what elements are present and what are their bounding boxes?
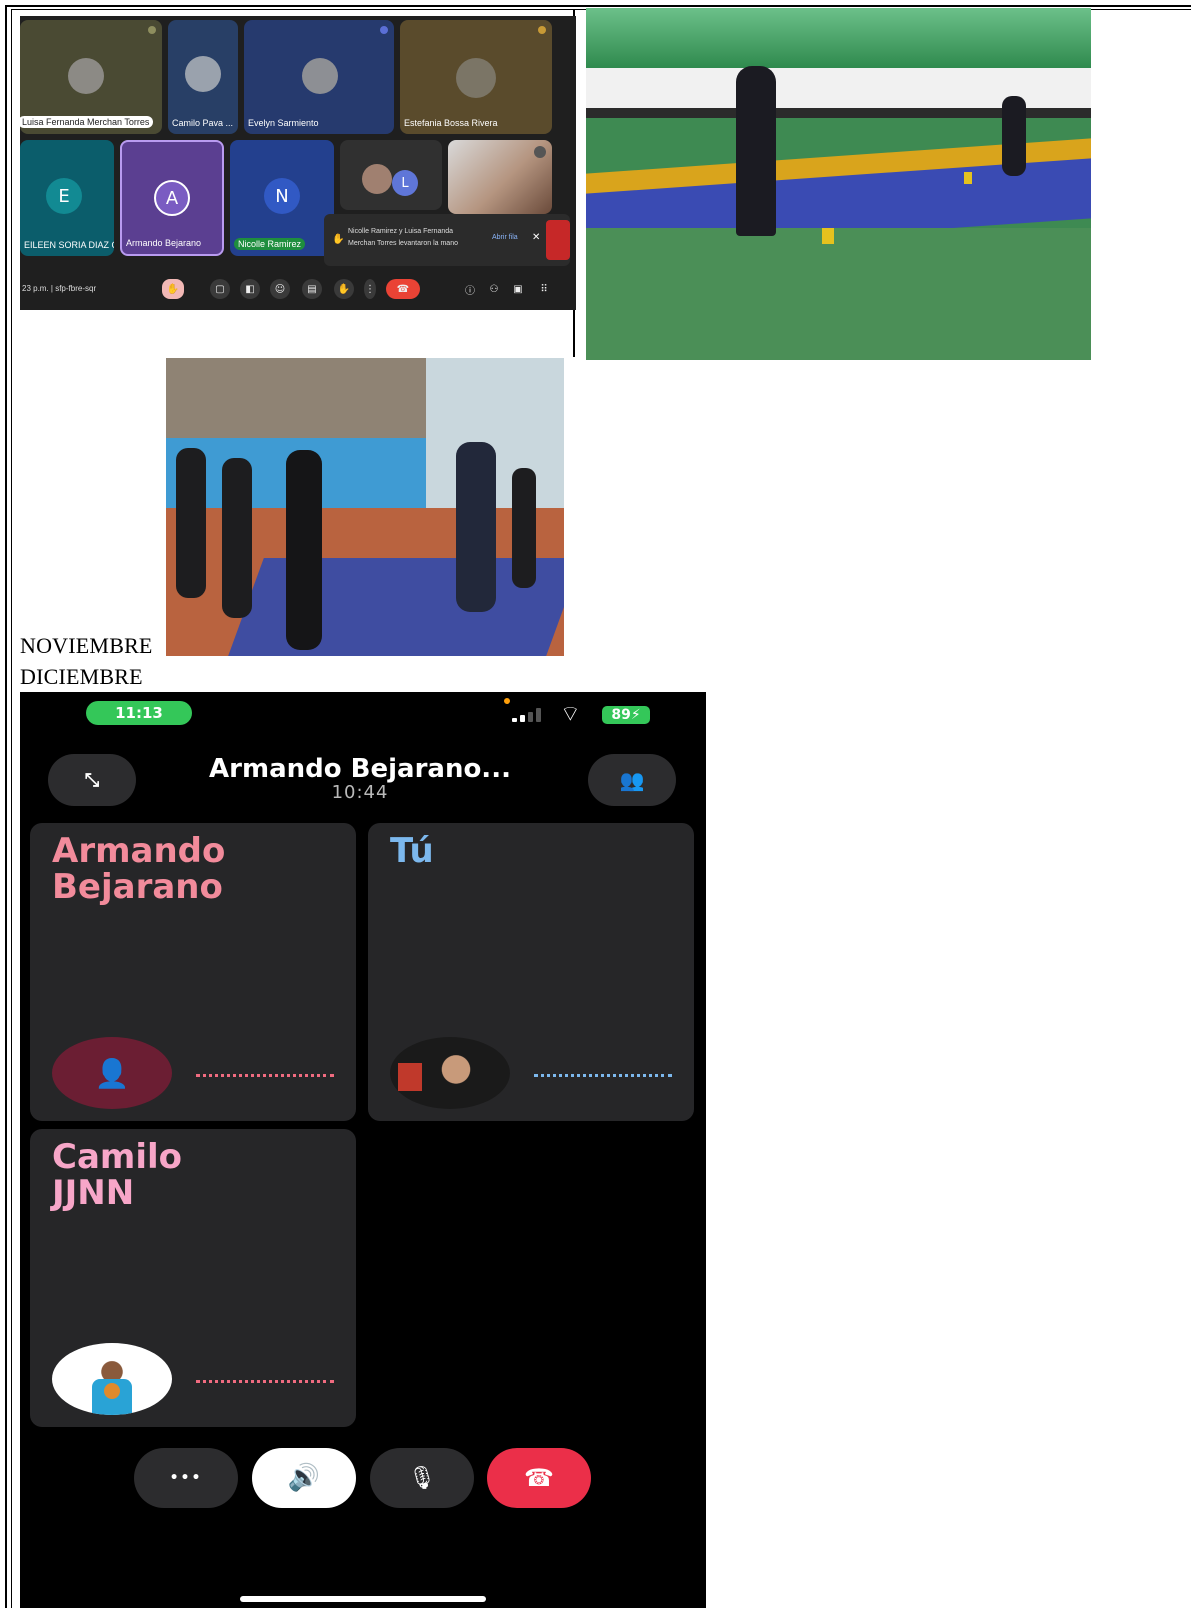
participant-name: Nicolle Ramirez: [234, 238, 306, 250]
participant-card: Camilo JJNN: [30, 1129, 356, 1427]
initial-avatar: A: [154, 180, 190, 216]
participant-name: Estefania Bossa Rivera: [404, 118, 498, 128]
video-conference-screenshot: Luisa Fernanda Merchan Torres Camilo Pav…: [20, 16, 576, 310]
cellular-signal-icon: [512, 708, 548, 722]
camera-button[interactable]: ▢: [210, 279, 230, 299]
more-options-button[interactable]: •••: [134, 1448, 238, 1508]
table-border-left-inner: [11, 9, 12, 1608]
present-button[interactable]: ▤: [302, 279, 322, 299]
participant-video-tile: [448, 140, 552, 214]
participant-name: EILEEN SORIA DIAZ G...: [24, 240, 114, 250]
more-dots-icon: •••: [169, 1470, 203, 1486]
initial-avatar: N: [264, 178, 300, 214]
avatar: [68, 58, 104, 94]
orange-dot-indicator: [504, 698, 510, 704]
table-border-left: [5, 5, 7, 1608]
month-label-december: DICIEMBRE: [20, 664, 143, 689]
home-indicator[interactable]: [240, 1596, 486, 1602]
participant-tile: A Armando Bejarano: [120, 140, 224, 256]
emoji-button[interactable]: ☺: [270, 279, 290, 299]
participant-name: Evelyn Sarmiento: [248, 118, 319, 128]
people-icon[interactable]: ⚇: [484, 279, 504, 299]
audio-level-indicator: [196, 1074, 334, 1077]
mic-indicator-icon: [380, 26, 388, 34]
avatar: 👤: [52, 1037, 172, 1109]
participant-card: Armando Bejarano 👤: [30, 823, 356, 1121]
close-icon[interactable]: ✕: [532, 232, 540, 243]
phone-group-call-screenshot: 11:13 ⌔ 89 ⚡ ⤡ Armando Bejarano... 10:44 …: [20, 692, 706, 1608]
speaker-button[interactable]: 🔊: [252, 1448, 356, 1508]
audio-level-indicator: [534, 1074, 672, 1077]
info-icon[interactable]: ⓘ: [460, 279, 480, 299]
participant-name: Armando Bejarano: [52, 831, 226, 907]
options-icon[interactable]: [534, 146, 546, 158]
raised-hand-notification: ✋ Nicolle Ramirez y Luisa Fernanda Merch…: [324, 214, 570, 266]
mute-button[interactable]: 🎙: [370, 1448, 474, 1508]
participant-tile: Estefania Bossa Rivera: [400, 20, 552, 134]
initial-avatar: E: [46, 178, 82, 214]
court-drill-photo: [586, 8, 1091, 360]
call-title: Armando Bejarano...: [209, 754, 511, 784]
participant-tile: Evelyn Sarmiento: [244, 20, 394, 134]
activities-icon[interactable]: ⠿: [534, 279, 554, 299]
participant-name: Armando Bejarano: [126, 238, 202, 248]
participant-tile: E EILEEN SORIA DIAZ G...: [20, 140, 114, 256]
participant-tile: L: [340, 140, 442, 210]
avatar: [362, 164, 392, 194]
participant-name: Camilo Pava ...: [172, 118, 234, 128]
person-icon: 👤: [94, 1056, 130, 1090]
participant-tile: N Nicolle Ramirez: [230, 140, 334, 256]
document-page: Luisa Fernanda Merchan Torres Camilo Pav…: [0, 0, 1191, 1608]
call-duration: 10:44: [331, 782, 389, 803]
audio-level-indicator: [196, 1380, 334, 1383]
avatar: [185, 56, 221, 92]
participants-button[interactable]: 👥: [588, 754, 676, 806]
avatar: [390, 1037, 510, 1109]
notification-text-1: Nicolle Ramirez y Luisa Fernanda: [348, 228, 454, 235]
hand-icon: ✋: [332, 234, 345, 245]
mic-button[interactable]: ✋: [162, 279, 184, 299]
avatar: [52, 1343, 172, 1415]
status-time: 11:13: [86, 701, 192, 725]
wifi-icon: ⌔: [560, 702, 581, 727]
participant-name: Tú: [390, 831, 434, 871]
raise-hand-button[interactable]: ✋: [334, 279, 354, 299]
collapse-arrows-icon: ⤡: [84, 769, 100, 791]
initial-avatar: L: [392, 170, 418, 196]
people-icon: 👥: [619, 768, 645, 792]
chat-icon[interactable]: ▣: [508, 279, 528, 299]
end-call-icon: ☎: [524, 1464, 554, 1492]
meeting-control-bar: 23 p.m. | sfp-fbre-sqr ✋ ▢ ◧ ☺ ▤ ✋ ⋮ ☎ ⓘ…: [20, 266, 576, 310]
mic-off-icon: 🎙: [408, 1465, 436, 1491]
participant-card: Tú: [368, 823, 694, 1121]
month-label-november: NOVIEMBRE: [20, 633, 153, 658]
end-call-button[interactable]: ☎: [386, 279, 420, 299]
participant-tile: Luisa Fernanda Merchan Torres: [20, 20, 162, 134]
participant-name: Luisa Fernanda Merchan Torres: [20, 116, 154, 128]
minimize-call-button[interactable]: ⤡: [48, 754, 136, 806]
participant-tile: Camilo Pava ...: [168, 20, 238, 134]
battery-icon: 89 ⚡: [602, 706, 650, 724]
table-border-top: [6, 5, 1191, 7]
avatar: [456, 58, 496, 98]
speaker-icon: 🔊: [287, 1463, 321, 1493]
notification-text-2: Merchan Torres levantaron la mano: [348, 240, 458, 247]
captions-button[interactable]: ◧: [240, 279, 260, 299]
open-queue-link[interactable]: Abrir fila: [492, 234, 518, 241]
participant-name: Camilo JJNN: [52, 1137, 182, 1213]
avatar: [302, 58, 338, 94]
end-call-button[interactable]: ☎: [487, 1448, 591, 1508]
more-options-button[interactable]: ⋮: [364, 279, 376, 299]
mic-indicator-icon: [538, 26, 546, 34]
battery-level: 89: [611, 707, 631, 723]
team-training-photo: [166, 358, 564, 656]
mic-indicator-icon: [148, 26, 156, 34]
meeting-clock: 23 p.m. | sfp-fbre-sqr: [22, 284, 97, 293]
toast-accent: [546, 220, 570, 260]
